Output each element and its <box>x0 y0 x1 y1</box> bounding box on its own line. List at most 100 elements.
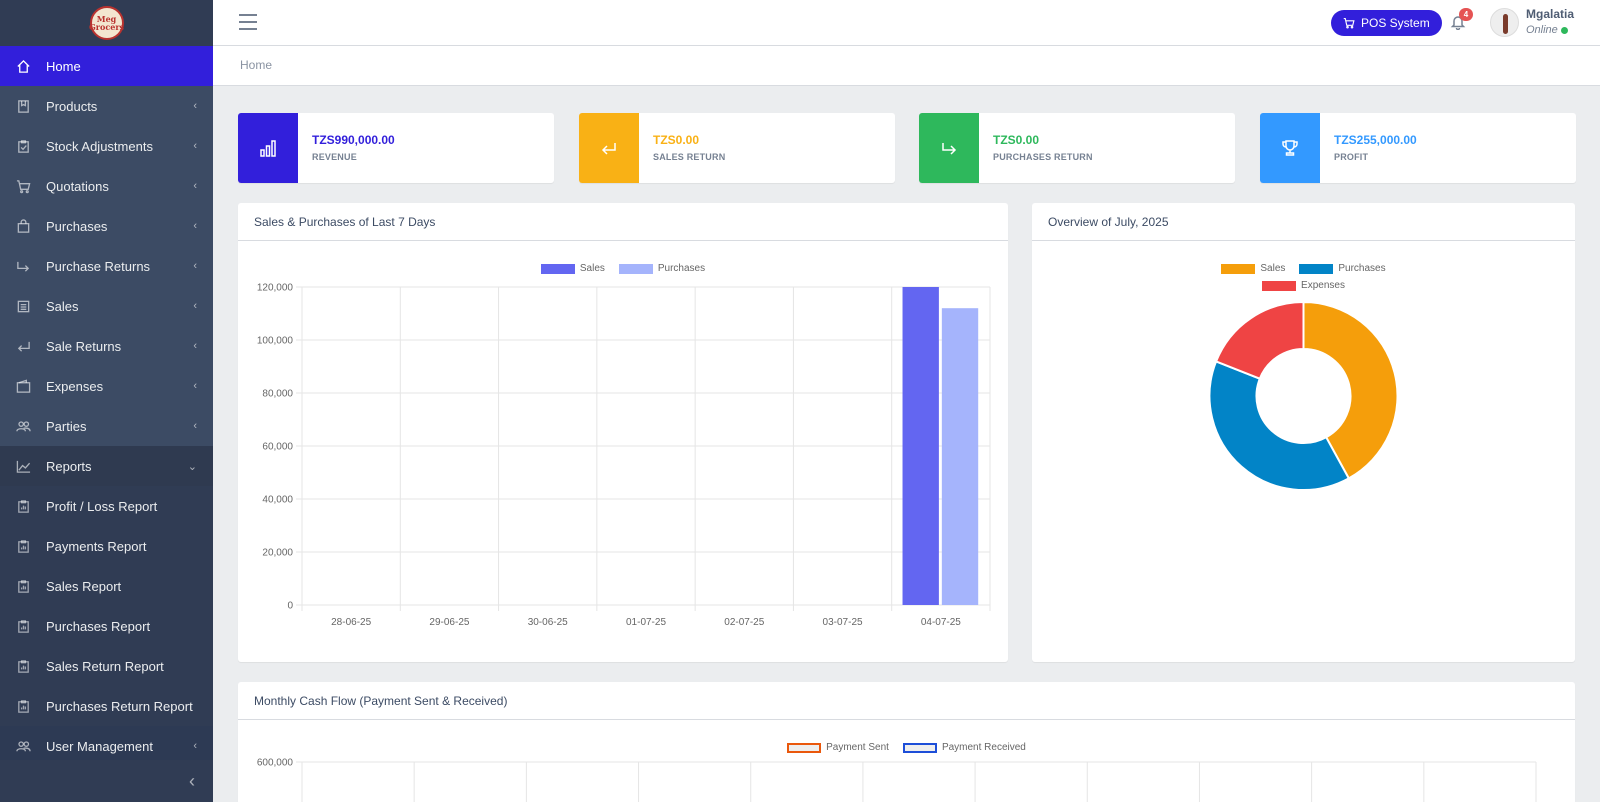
sidebar-item-purchases-report[interactable]: Purchases Report <box>0 606 213 646</box>
donut-slice-expenses <box>1214 303 1305 380</box>
chart-legend-row2: Expenses <box>1032 280 1575 291</box>
report-icon <box>0 539 46 554</box>
sidebar-item-payments-report[interactable]: Payments Report <box>0 526 213 566</box>
stat-card-revenue: TZS990,000.00 REVENUE <box>238 113 554 183</box>
y-tick-label: 600,000 <box>257 758 294 769</box>
sidebar-item-label: Purchases <box>46 218 108 234</box>
people-icon <box>0 739 46 754</box>
sidebar-item-label: Sales Return Report <box>46 658 164 674</box>
sidebar-item-sales[interactable]: Sales ‹ <box>0 286 213 326</box>
y-tick-label: 80,000 <box>262 389 293 400</box>
sidebar-item-label: Purchases Report <box>46 618 151 634</box>
sidebar-item-expenses[interactable]: Expenses ‹ <box>0 366 213 406</box>
sidebar-item-label: Sales <box>46 298 79 314</box>
notifications-button[interactable]: 4 <box>1450 8 1473 35</box>
sidebar-item-label: Payments Report <box>46 538 147 554</box>
arrow-return-right-icon <box>919 113 979 183</box>
sidebar-item-home[interactable]: Home <box>0 46 213 86</box>
notification-count-badge: 4 <box>1459 8 1473 21</box>
y-tick-label: 120,000 <box>257 283 294 294</box>
y-tick-label: 100,000 <box>257 336 294 347</box>
subheader: Home <box>213 46 1600 86</box>
stat-value: TZS0.00 <box>993 133 1040 147</box>
bag-icon <box>0 218 46 234</box>
sidebar-item-profit-loss-report[interactable]: Profit / Loss Report <box>0 486 213 526</box>
stat-label: REVENUE <box>312 152 357 162</box>
card-title: Overview of July, 2025 <box>1032 203 1575 241</box>
chart-legend: Sales Purchases <box>1032 263 1575 274</box>
sidebar-item-label: Sale Returns <box>46 338 122 354</box>
top-header: POS System 4 Mgalatia Online <box>213 0 1600 46</box>
stat-card-purchases-return: TZS0.00 PURCHASES RETURN <box>919 113 1235 183</box>
chevron-left-icon: ‹ <box>193 100 197 112</box>
legend-item-expenses[interactable]: Expenses <box>1262 280 1345 291</box>
sidebar-item-sales-report[interactable]: Sales Report <box>0 566 213 606</box>
stat-label: PURCHASES RETURN <box>993 152 1093 162</box>
list-icon <box>0 299 46 314</box>
stat-label: PROFIT <box>1334 152 1369 162</box>
sidebar-item-label: Stock Adjustments <box>46 138 153 154</box>
sidebar-item-label: Quotations <box>46 178 109 194</box>
sidebar-item-stock-adjustments[interactable]: Stock Adjustments ‹ <box>0 126 213 166</box>
chevron-left-icon: ‹ <box>193 380 197 392</box>
avatar[interactable] <box>1490 8 1519 37</box>
x-tick-label: 01-07-25 <box>626 617 666 628</box>
sidebar-item-label: Purchases Return Report <box>46 698 193 714</box>
trophy-icon <box>1260 113 1320 183</box>
sidebar-item-label: Expenses <box>46 378 104 394</box>
cash-flow-card: Monthly Cash Flow (Payment Sent & Receiv… <box>238 682 1575 802</box>
stat-card-profit: TZS255,000.00 PROFIT <box>1260 113 1576 183</box>
bar-purchases <box>941 308 979 605</box>
x-tick-label: 29-06-25 <box>429 617 469 628</box>
bar-chart-icon <box>238 113 298 183</box>
sidebar-item-products[interactable]: Products ‹ <box>0 86 213 126</box>
products-icon <box>0 99 46 114</box>
legend-item-purchases[interactable]: Purchases <box>1299 263 1386 274</box>
x-tick-label: 04-07-25 <box>921 617 961 628</box>
chevron-left-icon: ‹ <box>193 220 197 232</box>
sidebar-brand[interactable]: Meg Grocers <box>0 0 213 46</box>
sidebar-minimize-button[interactable]: ‹ <box>0 760 213 802</box>
user-name: Mgalatia <box>1526 7 1575 21</box>
pos-system-button[interactable]: POS System <box>1331 10 1442 36</box>
donut-chart <box>1208 303 1399 491</box>
bar-chart: 120,000100,00080,00060,00040,00020,00002… <box>257 283 991 628</box>
chevron-left-icon: ‹ <box>193 340 197 352</box>
clipboard-check-icon <box>0 139 46 154</box>
breadcrumb: Home <box>240 58 273 72</box>
chevron-left-icon: ‹ <box>193 420 197 432</box>
stat-card-sales-return: TZS0.00 SALES RETURN <box>579 113 895 183</box>
sidebar-item-quotations[interactable]: Quotations ‹ <box>0 166 213 206</box>
x-tick-label: 03-07-25 <box>823 617 863 628</box>
sidebar-item-purchases[interactable]: Purchases ‹ <box>0 206 213 246</box>
arrow-return-right-icon <box>0 259 46 274</box>
bar-sales <box>902 287 939 605</box>
chevron-left-icon: ‹ <box>193 740 197 752</box>
sidebar-item-parties[interactable]: Parties ‹ <box>0 406 213 446</box>
sidebar-item-sale-returns[interactable]: Sale Returns ‹ <box>0 326 213 366</box>
sidebar-item-label: Products <box>46 98 98 114</box>
stat-label: SALES RETURN <box>653 152 726 162</box>
chevron-left-icon: ‹ <box>193 260 197 272</box>
report-icon <box>0 659 46 674</box>
cart-icon <box>1343 17 1355 29</box>
chevron-left-icon: ‹ <box>193 300 197 312</box>
x-tick-label: 02-07-25 <box>724 617 764 628</box>
card-title: Monthly Cash Flow (Payment Sent & Receiv… <box>238 682 1575 720</box>
sidebar-item-label: User Management <box>46 738 153 754</box>
report-icon <box>0 499 46 514</box>
chart-line-icon <box>0 459 46 474</box>
menu-toggle-icon[interactable] <box>239 14 257 30</box>
sidebar-item-sales-return-report[interactable]: Sales Return Report <box>0 646 213 686</box>
wallet-icon <box>0 379 46 394</box>
sidebar-item-purchases-return-report[interactable]: Purchases Return Report <box>0 686 213 726</box>
chevron-left-icon: ‹ <box>193 180 197 192</box>
user-status: Online <box>1526 24 1568 36</box>
sales-purchases-card: Sales & Purchases of Last 7 Days Sales P… <box>238 203 1008 662</box>
legend-item-sales[interactable]: Sales <box>1221 263 1285 274</box>
donut-slice-purchases <box>1208 360 1351 491</box>
stat-value: TZS990,000.00 <box>312 133 395 147</box>
sidebar-item-reports[interactable]: Reports ⌄ <box>0 446 213 486</box>
people-icon <box>0 419 46 434</box>
sidebar-item-purchase-returns[interactable]: Purchase Returns ‹ <box>0 246 213 286</box>
